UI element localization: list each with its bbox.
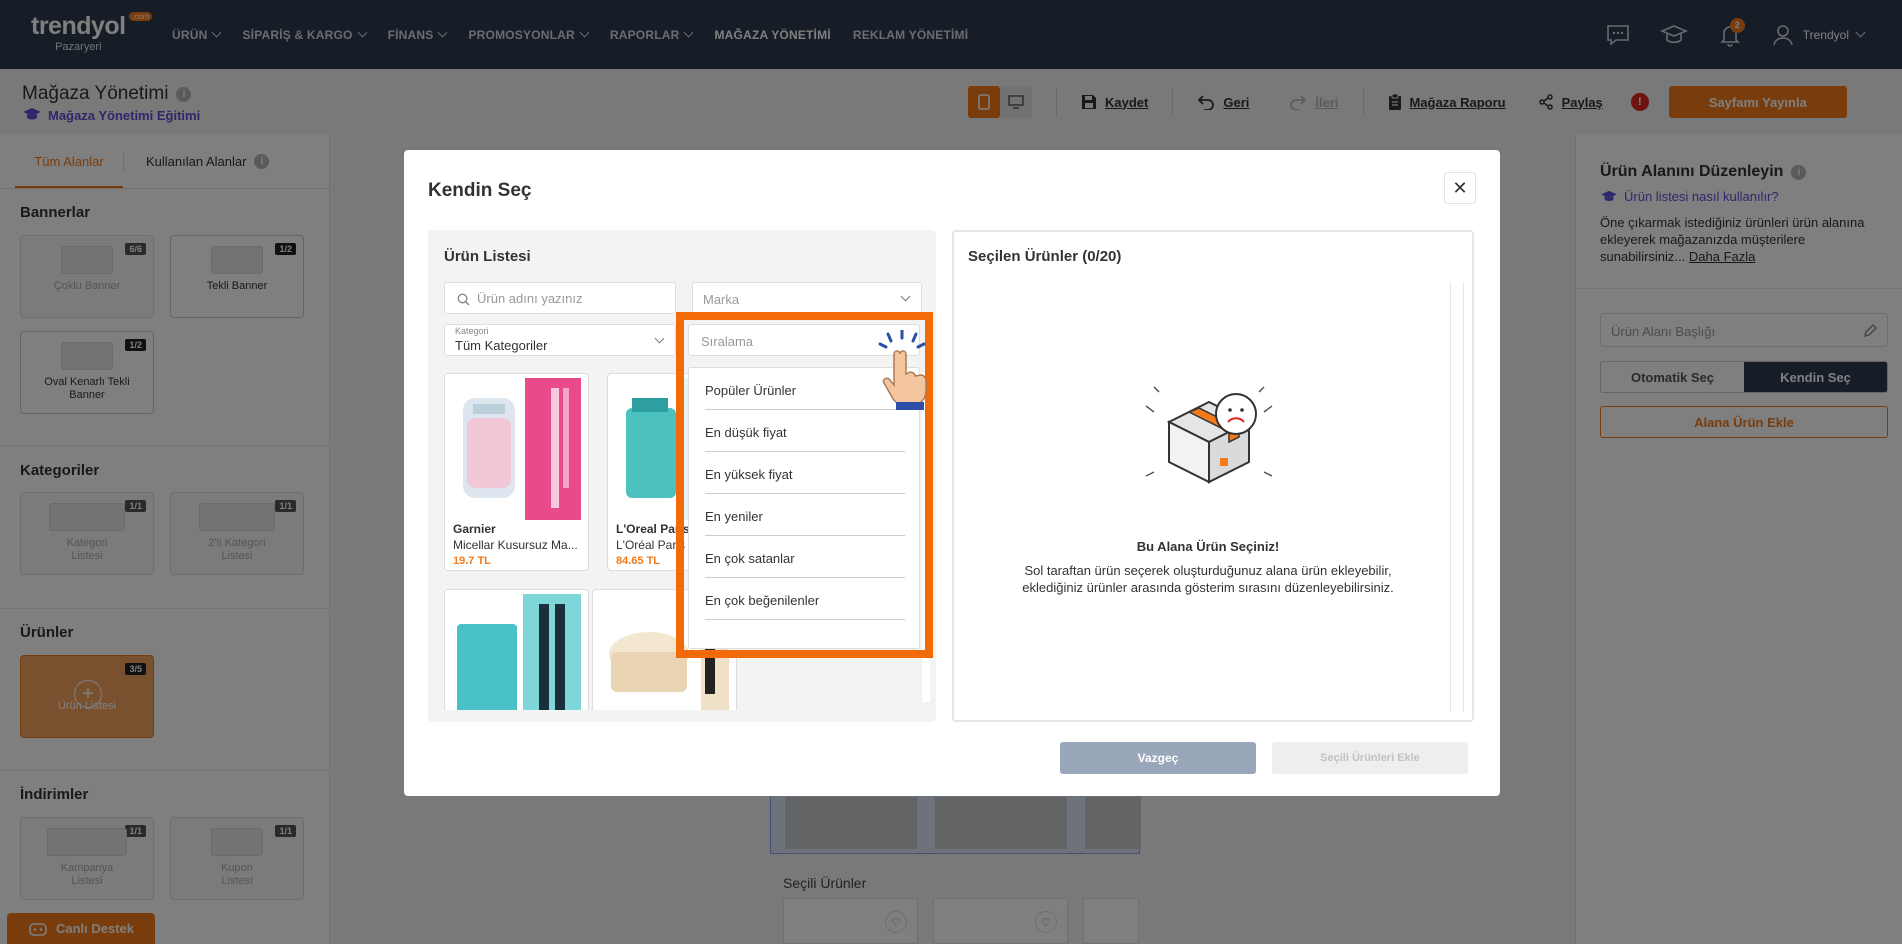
- category-select[interactable]: Kategori Tüm Kategoriler: [444, 324, 676, 356]
- product-brand: Garnier: [453, 522, 496, 536]
- empty-box-icon: [1145, 386, 1273, 484]
- product-list-title: Ürün Listesi: [444, 248, 531, 265]
- sort-placeholder: Sıralama: [701, 334, 754, 349]
- product-card[interactable]: Garnier Micellar Kusursuz Ma... 19.7 TL: [444, 373, 589, 571]
- product-search-input[interactable]: Ürün adını yazınız: [444, 282, 676, 314]
- pointer-hand-icon: [878, 330, 927, 410]
- selected-products-title: Seçilen Ürünler (0/20): [968, 248, 1122, 265]
- product-price: 84.65 TL: [616, 555, 661, 567]
- select-products-modal: Kendin Seç ✕ Ürün Listesi Ürün adını yaz…: [404, 150, 1500, 796]
- category-value: Tüm Kategoriler: [455, 338, 548, 353]
- sort-option-best-selling[interactable]: En çok satanlar: [705, 536, 905, 578]
- brand-placeholder: Marka: [703, 292, 740, 307]
- selected-products-pane: Seçilen Ürünler (0/20) Bu Alana Ürün Seç…: [952, 230, 1474, 722]
- empty-state-description: Sol taraftan ürün seçerek oluşturduğunuz…: [1022, 563, 1394, 595]
- sort-option-newest[interactable]: En yeniler: [705, 494, 905, 536]
- brand-select[interactable]: Marka: [692, 282, 922, 314]
- sort-option-lowest-price[interactable]: En düşük fiyat: [705, 410, 905, 452]
- product-image: [453, 378, 581, 520]
- product-card[interactable]: [444, 589, 589, 710]
- sort-option-highest-price[interactable]: En yüksek fiyat: [705, 452, 905, 494]
- selected-list-scrollbar[interactable]: [1450, 282, 1464, 712]
- product-image: [453, 594, 581, 710]
- product-price: 19.7 TL: [453, 555, 491, 567]
- modal-title: Kendin Seç: [428, 180, 532, 201]
- search-icon: [457, 293, 470, 306]
- product-name: Micellar Kusursuz Ma...: [453, 538, 578, 552]
- add-selected-products-button[interactable]: Seçili Ürünleri Ekle: [1272, 742, 1468, 774]
- category-label: Kategori: [455, 326, 489, 336]
- chevron-down-icon: [900, 291, 911, 302]
- close-icon[interactable]: ✕: [1444, 172, 1476, 204]
- empty-state-title: Bu Alana Ürün Seçiniz!: [1136, 539, 1280, 554]
- cancel-button[interactable]: Vazgeç: [1060, 742, 1256, 774]
- sort-option-most-liked[interactable]: En çok beğenilenler: [705, 578, 905, 620]
- search-placeholder: Ürün adını yazınız: [477, 291, 583, 306]
